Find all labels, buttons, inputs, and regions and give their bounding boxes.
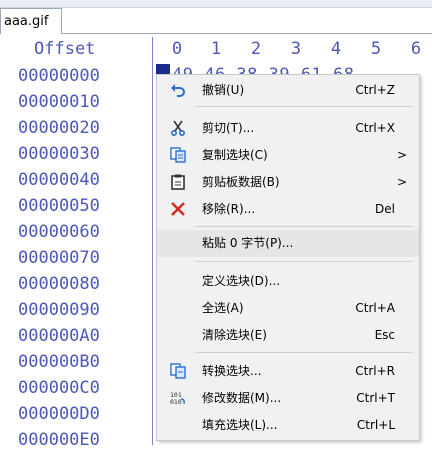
menu-item-remove[interactable]: 移除(R)... Del bbox=[157, 196, 419, 223]
menu-item-shortcut: Ctrl+T bbox=[356, 391, 395, 405]
menu-separator bbox=[195, 261, 413, 262]
file-tab-label: aaa.gif bbox=[4, 14, 49, 29]
offset-row: 00000080 bbox=[18, 274, 100, 294]
context-menu: 撤销(U) Ctrl+Z 剪切(T)... Ctrl+X 复制选块(C) > 剪… bbox=[156, 74, 420, 441]
menu-item-shortcut: Esc bbox=[374, 328, 395, 342]
menu-item-copy-block[interactable]: 复制选块(C) > bbox=[157, 142, 419, 169]
clipboard-icon bbox=[170, 174, 186, 190]
offset-row: 00000040 bbox=[18, 170, 100, 190]
menu-item-paste[interactable]: 粘贴 0 字节(P)... bbox=[157, 230, 419, 257]
menu-item-label: 填充选块(L)... bbox=[202, 418, 278, 432]
file-tab[interactable]: aaa.gif bbox=[0, 8, 62, 34]
menu-item-label: 剪贴板数据(B) bbox=[202, 175, 280, 189]
offset-row: 000000C0 bbox=[18, 378, 100, 398]
menu-item-shortcut: Ctrl+Z bbox=[355, 83, 395, 97]
menu-item-label: 撤销(U) bbox=[202, 83, 245, 97]
offset-row: 00000070 bbox=[18, 248, 100, 268]
copy-icon bbox=[170, 147, 186, 163]
menu-item-label: 修改数据(M)... bbox=[202, 391, 282, 405]
modify-data-icon: 101 010 bbox=[170, 390, 186, 406]
submenu-arrow-icon: > bbox=[396, 175, 407, 189]
menu-item-label: 清除选块(E) bbox=[202, 328, 267, 342]
menu-item-clipboard-data[interactable]: 剪贴板数据(B) > bbox=[157, 169, 419, 196]
offset-row: 000000E0 bbox=[18, 430, 100, 450]
menu-item-shortcut: Ctrl+A bbox=[355, 301, 395, 315]
menu-item-label: 剪切(T)... bbox=[202, 121, 255, 135]
menu-item-fill-block[interactable]: 填充选块(L)... Ctrl+L bbox=[157, 412, 419, 439]
offset-row: 00000090 bbox=[18, 300, 100, 320]
offset-header: Offset bbox=[34, 39, 96, 59]
menu-item-shortcut: Ctrl+X bbox=[355, 121, 395, 135]
menu-item-clear-block[interactable]: 清除选块(E) Esc bbox=[157, 322, 419, 349]
offset-row: 00000050 bbox=[18, 196, 100, 216]
menu-separator bbox=[195, 352, 413, 353]
menu-item-shortcut: Ctrl+L bbox=[356, 418, 395, 432]
menu-item-modify-data[interactable]: 101 010 修改数据(M)... Ctrl+T bbox=[157, 385, 419, 412]
convert-icon bbox=[170, 363, 186, 379]
scissors-icon bbox=[170, 120, 186, 136]
offset-row: 00000030 bbox=[18, 144, 100, 164]
offset-row: 00000020 bbox=[18, 118, 100, 138]
menu-separator bbox=[195, 106, 413, 107]
menu-item-label: 移除(R)... bbox=[202, 202, 256, 216]
menu-item-label: 定义选块(D)... bbox=[202, 274, 281, 288]
column-header: 1 bbox=[210, 39, 222, 59]
svg-text:010: 010 bbox=[170, 398, 182, 406]
offset-row: 000000D0 bbox=[18, 404, 100, 424]
column-header: 0 bbox=[171, 39, 183, 59]
menu-item-convert-block[interactable]: 转换选块... Ctrl+R bbox=[157, 358, 419, 385]
remove-x-icon bbox=[170, 201, 186, 217]
menu-item-shortcut: Ctrl+R bbox=[355, 364, 395, 378]
offset-row: 00000060 bbox=[18, 222, 100, 242]
column-header: 6 bbox=[410, 39, 422, 59]
offset-row: 00000010 bbox=[18, 92, 100, 112]
menu-item-undo[interactable]: 撤销(U) Ctrl+Z bbox=[157, 77, 419, 104]
menu-item-label: 复制选块(C) bbox=[202, 148, 268, 162]
column-header: 2 bbox=[250, 39, 262, 59]
menu-item-select-all[interactable]: 全选(A) Ctrl+A bbox=[157, 295, 419, 322]
column-header: 3 bbox=[290, 39, 302, 59]
tab-bar-line bbox=[62, 33, 432, 34]
menu-item-shortcut: Del bbox=[375, 202, 395, 216]
menu-item-label: 全选(A) bbox=[202, 301, 244, 315]
offset-row: 00000000 bbox=[18, 66, 100, 86]
menu-item-define-block[interactable]: 定义选块(D)... bbox=[157, 268, 419, 295]
menu-separator bbox=[195, 226, 413, 227]
offset-row: 000000A0 bbox=[18, 326, 100, 346]
undo-icon bbox=[170, 82, 186, 98]
menu-item-cut[interactable]: 剪切(T)... Ctrl+X bbox=[157, 115, 419, 142]
menu-item-label: 粘贴 0 字节(P)... bbox=[202, 236, 294, 250]
column-header: 4 bbox=[330, 39, 342, 59]
offset-separator bbox=[152, 37, 153, 445]
column-header: 5 bbox=[370, 39, 382, 59]
offset-row: 000000B0 bbox=[18, 352, 100, 372]
submenu-arrow-icon: > bbox=[396, 148, 407, 162]
menu-item-label: 转换选块... bbox=[202, 364, 262, 378]
toolbar-strip bbox=[0, 0, 432, 8]
